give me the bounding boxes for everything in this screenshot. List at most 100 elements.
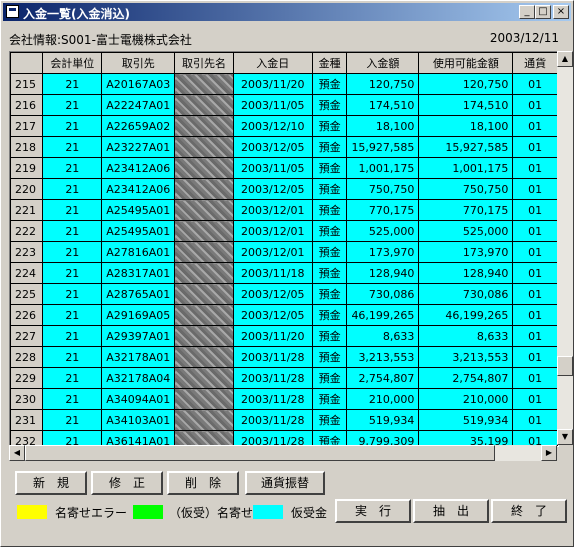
payment-date-cell[interactable]: 2003/11/28 bbox=[232, 388, 313, 410]
payment-date-cell[interactable]: 2003/11/28 bbox=[232, 346, 313, 368]
currency-cell[interactable]: 01 bbox=[512, 241, 558, 263]
horizontal-scroll-thumb[interactable] bbox=[25, 445, 495, 461]
row-number-cell[interactable]: 219 bbox=[10, 157, 44, 179]
client-code-cell[interactable]: A29397A01 bbox=[101, 325, 176, 347]
row-number-cell[interactable]: 218 bbox=[10, 136, 44, 158]
accounting-unit-cell[interactable]: 21 bbox=[42, 199, 103, 221]
table-row[interactable]: 219 21 A23412A06 2003/11/05 預金 1,001,175 1,001… bbox=[10, 157, 558, 179]
available-amount-cell[interactable]: 1,001,175 bbox=[418, 157, 514, 179]
accounting-unit-cell[interactable]: 21 bbox=[42, 262, 103, 284]
row-number-cell[interactable]: 228 bbox=[10, 346, 44, 368]
payment-type-cell[interactable]: 預金 bbox=[311, 304, 348, 326]
client-code-cell[interactable]: A23412A06 bbox=[101, 157, 176, 179]
currency-cell[interactable]: 01 bbox=[512, 367, 558, 389]
payment-date-cell[interactable]: 2003/12/10 bbox=[232, 115, 313, 137]
scroll-right-arrow-icon[interactable]: ▶ bbox=[541, 445, 557, 461]
row-number-cell[interactable]: 217 bbox=[10, 115, 44, 137]
row-number-cell[interactable]: 215 bbox=[10, 73, 44, 95]
payment-amount-cell[interactable]: 750,750 bbox=[346, 178, 420, 200]
payment-amount-cell[interactable]: 18,100 bbox=[346, 115, 420, 137]
currency-cell[interactable]: 01 bbox=[512, 409, 558, 431]
extract-button[interactable]: 抽 出 bbox=[413, 499, 489, 523]
scroll-down-arrow-icon[interactable]: ▼ bbox=[557, 429, 573, 445]
table-row[interactable]: 220 21 A23412A06 2003/12/05 預金 750,750 750,750… bbox=[10, 178, 558, 200]
row-number-cell[interactable]: 227 bbox=[10, 325, 44, 347]
accounting-unit-cell[interactable]: 21 bbox=[42, 136, 103, 158]
payment-amount-cell[interactable]: 8,633 bbox=[346, 325, 420, 347]
currency-cell[interactable]: 01 bbox=[512, 262, 558, 284]
table-row[interactable]: 226 21 A29169A05 2003/12/05 預金 46,199,265 46,1… bbox=[10, 304, 558, 326]
column-header[interactable]: 入金額 bbox=[346, 52, 420, 74]
scroll-up-arrow-icon[interactable]: ▲ bbox=[557, 51, 573, 67]
close-button[interactable]: × bbox=[553, 5, 569, 19]
client-code-cell[interactable]: A23227A01 bbox=[101, 136, 176, 158]
table-row[interactable]: 227 21 A29397A01 2003/11/20 預金 8,633 8,633 01 bbox=[10, 325, 558, 347]
client-code-cell[interactable]: A22659A02 bbox=[101, 115, 176, 137]
payment-type-cell[interactable]: 預金 bbox=[311, 241, 348, 263]
delete-button[interactable]: 削 除 bbox=[167, 471, 239, 495]
payment-grid[interactable]: 会計単位 取引先 取引先名 入金日 金種 入金額 使用可能金額 通貨 215 21 A20167A… bbox=[9, 51, 559, 447]
available-amount-cell[interactable]: 46,199,265 bbox=[418, 304, 514, 326]
payment-amount-cell[interactable]: 173,970 bbox=[346, 241, 420, 263]
currency-cell[interactable]: 01 bbox=[512, 220, 558, 242]
exit-button[interactable]: 終 了 bbox=[491, 499, 567, 523]
available-amount-cell[interactable]: 18,100 bbox=[418, 115, 514, 137]
client-code-cell[interactable]: A22247A01 bbox=[101, 94, 176, 116]
accounting-unit-cell[interactable]: 21 bbox=[42, 325, 103, 347]
client-code-cell[interactable]: A34103A01 bbox=[101, 409, 176, 431]
client-code-cell[interactable]: A28317A01 bbox=[101, 262, 176, 284]
column-header[interactable]: 金種 bbox=[311, 52, 348, 74]
client-code-cell[interactable]: A34094A01 bbox=[101, 388, 176, 410]
row-number-cell[interactable]: 216 bbox=[10, 94, 44, 116]
column-header[interactable]: 入金日 bbox=[232, 52, 313, 74]
payment-date-cell[interactable]: 2003/11/18 bbox=[232, 262, 313, 284]
currency-cell[interactable]: 01 bbox=[512, 94, 558, 116]
client-name-cell[interactable] bbox=[174, 325, 234, 347]
row-number-cell[interactable]: 223 bbox=[10, 241, 44, 263]
available-amount-cell[interactable]: 173,970 bbox=[418, 241, 514, 263]
table-row[interactable]: 222 21 A25495A01 2003/12/01 預金 525,000 525,000… bbox=[10, 220, 558, 242]
execute-button[interactable]: 実 行 bbox=[335, 499, 411, 523]
accounting-unit-cell[interactable]: 21 bbox=[42, 409, 103, 431]
title-bar[interactable]: 入金一覧(入金消込) _ □ × bbox=[3, 3, 571, 21]
row-number-cell[interactable]: 224 bbox=[10, 262, 44, 284]
currency-cell[interactable]: 01 bbox=[512, 199, 558, 221]
currency-cell[interactable]: 01 bbox=[512, 325, 558, 347]
client-code-cell[interactable]: A27816A01 bbox=[101, 241, 176, 263]
payment-amount-cell[interactable]: 1,001,175 bbox=[346, 157, 420, 179]
payment-amount-cell[interactable]: 525,000 bbox=[346, 220, 420, 242]
currency-cell[interactable]: 01 bbox=[512, 304, 558, 326]
payment-amount-cell[interactable]: 770,175 bbox=[346, 199, 420, 221]
payment-date-cell[interactable]: 2003/11/05 bbox=[232, 157, 313, 179]
table-row[interactable]: 215 21 A20167A03 2003/11/20 預金 120,750 120,750… bbox=[10, 73, 558, 95]
available-amount-cell[interactable]: 128,940 bbox=[418, 262, 514, 284]
row-number-cell[interactable]: 230 bbox=[10, 388, 44, 410]
column-header[interactable]: 取引先名 bbox=[174, 52, 234, 74]
accounting-unit-cell[interactable]: 21 bbox=[42, 94, 103, 116]
available-amount-cell[interactable]: 770,175 bbox=[418, 199, 514, 221]
accounting-unit-cell[interactable]: 21 bbox=[42, 367, 103, 389]
currency-cell[interactable]: 01 bbox=[512, 283, 558, 305]
available-amount-cell[interactable]: 525,000 bbox=[418, 220, 514, 242]
column-header[interactable]: 会計単位 bbox=[42, 52, 103, 74]
table-row[interactable]: 230 21 A34094A01 2003/11/28 預金 210,000 210,000… bbox=[10, 388, 558, 410]
available-amount-cell[interactable]: 120,750 bbox=[418, 73, 514, 95]
client-name-cell[interactable] bbox=[174, 409, 234, 431]
payment-date-cell[interactable]: 2003/12/05 bbox=[232, 283, 313, 305]
payment-type-cell[interactable]: 預金 bbox=[311, 262, 348, 284]
payment-amount-cell[interactable]: 2,754,807 bbox=[346, 367, 420, 389]
payment-type-cell[interactable]: 預金 bbox=[311, 325, 348, 347]
client-name-cell[interactable] bbox=[174, 241, 234, 263]
client-code-cell[interactable]: A29169A05 bbox=[101, 304, 176, 326]
table-row[interactable]: 216 21 A22247A01 2003/11/05 預金 174,510 174,510… bbox=[10, 94, 558, 116]
accounting-unit-cell[interactable]: 21 bbox=[42, 178, 103, 200]
currency-transfer-button[interactable]: 通貨振替 bbox=[245, 471, 325, 495]
row-number-cell[interactable]: 231 bbox=[10, 409, 44, 431]
client-name-cell[interactable] bbox=[174, 346, 234, 368]
payment-amount-cell[interactable]: 3,213,553 bbox=[346, 346, 420, 368]
maximize-button[interactable]: □ bbox=[535, 5, 551, 19]
vertical-scroll-thumb[interactable] bbox=[557, 356, 573, 376]
column-header[interactable]: 通貨 bbox=[512, 52, 558, 74]
column-header[interactable]: 使用可能金額 bbox=[418, 52, 514, 74]
currency-cell[interactable]: 01 bbox=[512, 73, 558, 95]
